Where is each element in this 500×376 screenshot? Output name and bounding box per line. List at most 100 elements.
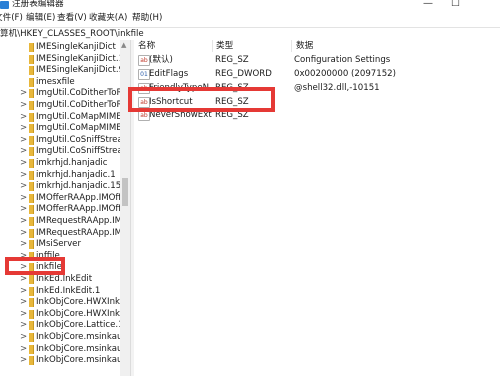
address-path[interactable]: 算机\HKEY_CLASSES_ROOT\inkfile (0, 28, 144, 40)
tree-item-label[interactable]: ImgUtil.CoDitherToRGB8.1 (36, 99, 122, 111)
minimize-button[interactable]: — (423, 0, 433, 10)
address-bar[interactable]: 算机\HKEY_CLASSES_ROOT\inkfile (0, 27, 500, 41)
tree-item[interactable]: > InkObjCore.msinkaut. (0, 331, 122, 343)
tree-item[interactable]: > IMOfferRAApp.IMOfferRAApp.1 (0, 203, 122, 215)
tree-item-label[interactable]: imkrhjd.hanjadic (36, 157, 122, 169)
tree-item-label[interactable]: imkrhjd.hanjadic.1 (36, 169, 122, 181)
expand-arrow-icon[interactable]: > (20, 354, 27, 366)
tree-item[interactable]: > IMOfferRAApp.IMOfferRAApp (0, 192, 122, 204)
expand-arrow-icon[interactable]: > (20, 215, 27, 227)
menu-view[interactable]: 查看(V) (57, 12, 87, 24)
value-row[interactable]: ab (默认) REG_SZ Configuration Settings (134, 54, 500, 67)
expand-arrow-icon[interactable]: > (20, 296, 27, 308)
folder-icon (29, 309, 34, 319)
tree-item-label[interactable]: InkEd.InkEdit.1 (36, 285, 122, 297)
tree-item[interactable]: > ImgUtil.CoSniffStream.1 (0, 145, 122, 157)
expand-arrow-icon[interactable]: > (20, 285, 27, 297)
menu-favorites[interactable]: 收藏夹(A) (89, 12, 127, 24)
tree-item-label[interactable]: ImgUtil.CoDitherToRGB8 (36, 87, 122, 99)
expand-arrow-icon[interactable]: > (20, 169, 27, 181)
tree-item[interactable]: > ImgUtil.CoSniffStream (0, 134, 122, 146)
expand-arrow-icon[interactable]: > (20, 203, 27, 215)
expand-arrow-icon[interactable]: > (20, 180, 27, 192)
column-header-name[interactable]: 名称 (138, 40, 155, 52)
column-header-type[interactable]: 类型 (216, 40, 233, 52)
tree-item-label[interactable]: IMRequestRAApp.IMRequestRAApp (36, 215, 122, 227)
menu-bar: 文件(F) 编辑(E) 查看(V) 收藏夹(A) 帮助(H) (0, 12, 500, 24)
value-row[interactable]: 01 EditFlags REG_DWORD 0x00200000 (2097152) (134, 68, 500, 81)
expand-arrow-icon[interactable]: > (20, 145, 27, 157)
column-header-data[interactable]: 数据 (296, 40, 313, 52)
tree-item[interactable]: > InkObjCore.Lattice.1 (0, 319, 122, 331)
menu-file[interactable]: 文件(F) (0, 12, 23, 24)
tree-item[interactable]: > ImgUtil.CoMapMIMEToCLSID (0, 111, 122, 123)
scroll-up-icon[interactable]: ▲ (121, 41, 126, 49)
key-tree[interactable]: IMESingleKanjiDict IMESingleKanjiDict.15 I… (0, 40, 130, 376)
tree-item-label[interactable]: ImgUtil.CoMapMIMEToCLSID.1 (36, 122, 122, 134)
tree-item-label[interactable]: InkObjCore.msinkaut. (36, 343, 122, 355)
tree-item-label[interactable]: IMESingleKanjiDict (36, 41, 122, 53)
value-name[interactable]: (默认) (149, 54, 173, 67)
tree-item-label[interactable]: InkObjCore.msinkaut. (36, 331, 122, 343)
folder-icon (29, 54, 34, 64)
tree-item-label[interactable]: ImgUtil.CoSniffStream (36, 134, 122, 146)
tree-item-label[interactable]: imesxfile (36, 76, 122, 88)
tree-item[interactable]: > imkrhjd.hanjadic (0, 157, 120, 169)
menu-help[interactable]: 帮助(H) (132, 12, 162, 24)
expand-arrow-icon[interactable]: > (20, 134, 27, 146)
expand-arrow-icon[interactable]: > (20, 319, 27, 331)
expand-arrow-icon[interactable]: > (20, 192, 27, 204)
expand-arrow-icon[interactable]: > (20, 343, 27, 355)
tree-item[interactable]: > IMRequestRAApp.IMRequestRAApp.1 (0, 227, 122, 239)
expand-arrow-icon[interactable]: > (20, 238, 27, 250)
maximize-button[interactable]: ☐ (451, 0, 460, 10)
tree-item[interactable]: IMESingleKanjiDict (0, 41, 120, 53)
expand-arrow-icon[interactable]: > (20, 99, 27, 111)
expand-arrow-icon[interactable]: > (20, 157, 27, 169)
highlight-inkfile (5, 257, 65, 275)
expand-arrow-icon[interactable]: > (20, 308, 27, 320)
expand-arrow-icon[interactable]: > (20, 227, 27, 239)
tree-item-label[interactable]: InkObjCore.HWXInk.E (36, 296, 122, 308)
tree-item[interactable]: IMESingleKanjiDict.9 (0, 64, 122, 76)
tree-item[interactable]: > imkrhjd.hanjadic.1 (0, 169, 120, 181)
menu-edit[interactable]: 编辑(E) (26, 12, 55, 24)
tree-item[interactable]: > InkObjCore.HWXInk.E (0, 296, 122, 308)
tree-item[interactable]: IMESingleKanjiDict.15 (0, 53, 122, 65)
tree-item[interactable]: > InkObjCore.msinkaut. (0, 354, 122, 366)
tree-item-label[interactable]: IMESingleKanjiDict.9 (36, 64, 122, 76)
tree-item[interactable]: > ImgUtil.CoMapMIMEToCLSID.1 (0, 122, 122, 134)
tree-item[interactable]: > ImgUtil.CoDitherToRGB8 (0, 87, 122, 99)
tree-item-label[interactable]: IMsiServer (36, 238, 122, 250)
tree-item-label[interactable]: InkObjCore.HWXInk.E (36, 308, 122, 320)
tree-item-label[interactable]: IMOfferRAApp.IMOfferRAApp (36, 192, 122, 204)
folder-icon (29, 77, 34, 87)
tree-item[interactable]: > InkObjCore.msinkaut. (0, 343, 122, 355)
tree-item[interactable]: > InkEd.InkEdit.1 (0, 285, 120, 297)
folder-icon (29, 298, 34, 308)
tree-item-label[interactable]: InkObjCore.msinkaut. (36, 354, 122, 366)
tree-item-label[interactable]: ImgUtil.CoMapMIMEToCLSID (36, 111, 122, 123)
tree-item-label[interactable]: IMOfferRAApp.IMOfferRAApp.1 (36, 203, 122, 215)
expand-arrow-icon[interactable]: > (20, 111, 27, 123)
tree-item[interactable]: > IMsiServer (0, 238, 120, 250)
folder-icon (29, 101, 34, 110)
expand-arrow-icon[interactable]: > (20, 122, 27, 134)
folder-icon (29, 228, 34, 238)
tree-item[interactable]: > InkObjCore.HWXInk.E (0, 308, 122, 320)
tree-item[interactable]: > IMRequestRAApp.IMRequestRAApp (0, 215, 122, 227)
tree-scroll-thumb[interactable] (122, 178, 128, 206)
tree-item-label[interactable]: IMRequestRAApp.IMRequestRAApp.1 (36, 227, 122, 239)
tree-item-label[interactable]: imkrhjd.hanjadic.15 (36, 180, 122, 192)
highlight-isshortcut (128, 87, 275, 112)
tree-item[interactable]: imesxfile (0, 76, 120, 88)
value-name[interactable]: EditFlags (149, 68, 188, 81)
tree-item[interactable]: > ImgUtil.CoDitherToRGB8.1 (0, 99, 122, 111)
tree-item-label[interactable]: ImgUtil.CoSniffStream.1 (36, 145, 122, 157)
folder-icon (29, 240, 34, 250)
tree-item-label[interactable]: IMESingleKanjiDict.15 (36, 53, 122, 65)
tree-item[interactable]: > imkrhjd.hanjadic.15 (0, 180, 122, 192)
expand-arrow-icon[interactable]: > (20, 331, 27, 343)
tree-item-label[interactable]: InkObjCore.Lattice.1 (36, 319, 122, 331)
expand-arrow-icon[interactable]: > (20, 87, 27, 99)
